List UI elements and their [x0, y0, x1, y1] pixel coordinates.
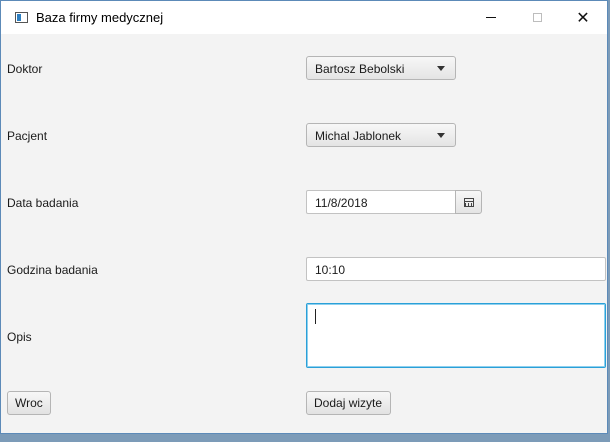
close-button[interactable]: ✕: [560, 1, 606, 34]
app-window-icon: [15, 12, 28, 23]
date-picker-button[interactable]: [455, 190, 482, 214]
minimize-button[interactable]: [468, 1, 514, 34]
doctor-combobox[interactable]: Bartosz Bebolski: [306, 56, 456, 80]
patient-combobox[interactable]: Michal Jablonek: [306, 123, 456, 147]
add-visit-button[interactable]: Dodaj wizyte: [306, 391, 391, 415]
text-caret: [315, 309, 316, 324]
back-button[interactable]: Wroc: [7, 391, 51, 415]
title-bar[interactable]: Baza firmy medycznej ✕: [1, 1, 607, 34]
doctor-selected-value: Bartosz Bebolski: [315, 62, 405, 76]
window-title: Baza firmy medycznej: [36, 10, 164, 25]
close-icon: ✕: [576, 7, 590, 27]
time-value: 10:10: [315, 263, 346, 277]
app-window: Baza firmy medycznej ✕ Doktor Bartosz Be…: [0, 0, 608, 434]
maximize-icon: [532, 13, 542, 22]
calendar-icon: [463, 197, 474, 207]
date-label: Data badania: [7, 196, 79, 210]
minimize-icon: [486, 17, 496, 18]
time-input[interactable]: 10:10: [306, 257, 606, 281]
description-textarea[interactable]: [306, 303, 606, 368]
chevron-down-icon: [437, 133, 445, 138]
patient-selected-value: Michal Jablonek: [315, 129, 402, 143]
patient-label: Pacjent: [7, 129, 48, 143]
date-value: 11/8/2018: [315, 196, 368, 210]
time-label: Godzina badania: [7, 263, 98, 277]
chevron-down-icon: [437, 66, 445, 71]
date-input[interactable]: 11/8/2018: [306, 190, 456, 214]
maximize-button[interactable]: [514, 1, 560, 34]
doctor-label: Doktor: [7, 62, 43, 76]
description-label: Opis: [7, 330, 32, 344]
